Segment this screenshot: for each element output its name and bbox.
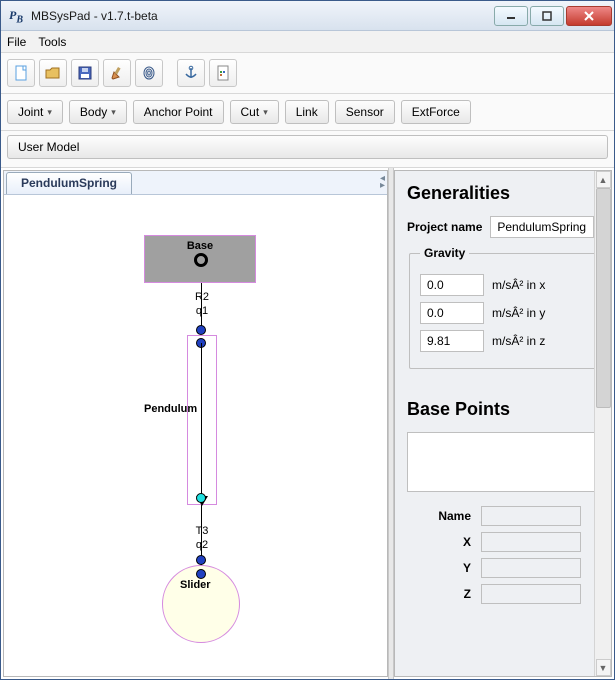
base-anchor-icon[interactable] <box>194 253 208 267</box>
bp-name-label: Name <box>431 509 471 523</box>
scroll-track[interactable] <box>596 188 611 659</box>
new-file-button[interactable] <box>7 59 35 87</box>
bp-z-input[interactable] <box>481 584 581 604</box>
save-file-button[interactable] <box>71 59 99 87</box>
tab-scroll-arrows[interactable]: ◂▸ <box>380 175 385 189</box>
project-name-label: Project name <box>407 220 482 234</box>
generalities-heading: Generalities <box>407 183 599 204</box>
bp-z-label: Z <box>431 587 471 601</box>
app-icon: PB <box>9 8 25 24</box>
content-area: PendulumSpring ◂▸ Base R2 q1 Pendulum T3… <box>1 168 614 679</box>
close-button[interactable] <box>566 6 612 26</box>
pendulum-axis-line <box>201 343 202 498</box>
project-name-input[interactable] <box>490 216 594 238</box>
bp-y-input[interactable] <box>481 558 581 578</box>
joint2-dot[interactable] <box>196 555 206 565</box>
chevron-down-icon: ▾ <box>47 107 52 118</box>
tab-strip: PendulumSpring ◂▸ <box>4 171 387 195</box>
export-button[interactable] <box>209 59 237 87</box>
element-toolbar-2: User Model <box>1 131 614 168</box>
element-toolbar: Joint▾ Body▾ Anchor Point Cut▾ Link Sens… <box>1 94 614 131</box>
properties-panel: Generalities Project name Gravity m/sÂ² … <box>394 170 612 677</box>
scroll-thumb[interactable] <box>596 188 611 408</box>
anchor-tool-button[interactable] <box>177 59 205 87</box>
app-window: PB MBSysPad - v1.7.t-beta File Tools <box>0 0 615 680</box>
gravity-y-input[interactable] <box>420 302 484 324</box>
window-buttons <box>492 6 612 26</box>
joint2-coord: q2 <box>182 539 222 551</box>
gravity-z-unit: m/sÂ² in z <box>492 334 545 348</box>
diagram-canvas[interactable]: Base R2 q1 Pendulum T3 q2 Slider <box>4 195 387 676</box>
pendulum-end-point[interactable] <box>196 493 206 503</box>
chevron-down-icon: ▾ <box>263 107 268 118</box>
cut-button[interactable]: Cut▾ <box>230 100 279 124</box>
bp-name-input[interactable] <box>481 506 581 526</box>
chevron-down-icon: ▾ <box>111 107 116 118</box>
gravity-y-unit: m/sÂ² in y <box>492 306 545 320</box>
gravity-x-input[interactable] <box>420 274 484 296</box>
gravity-group: Gravity m/sÂ² in x m/sÂ² in y m/sÂ² in z <box>409 246 597 369</box>
menu-file[interactable]: File <box>7 35 26 49</box>
slider-label: Slider <box>180 579 211 591</box>
open-file-button[interactable] <box>39 59 67 87</box>
joint-button[interactable]: Joint▾ <box>7 100 63 124</box>
joint1-name: R2 <box>182 291 222 303</box>
base-points-list[interactable] <box>407 432 599 492</box>
window-title: MBSysPad - v1.7.t-beta <box>31 9 492 23</box>
base-points-heading: Base Points <box>407 399 599 420</box>
edit-model-button[interactable] <box>103 59 131 87</box>
user-model-button[interactable]: User Model <box>7 135 608 159</box>
gravity-x-unit: m/sÂ² in x <box>492 278 545 292</box>
title-bar[interactable]: PB MBSysPad - v1.7.t-beta <box>1 1 614 31</box>
bp-x-input[interactable] <box>481 532 581 552</box>
joint1-dot[interactable] <box>196 325 206 335</box>
pendulum-label: Pendulum <box>144 403 197 415</box>
gravity-legend: Gravity <box>420 246 469 260</box>
extforce-button[interactable]: ExtForce <box>401 100 471 124</box>
properties-scrollbar[interactable]: ▲ ▼ <box>594 171 611 676</box>
sensor-button[interactable]: Sensor <box>335 100 395 124</box>
maximize-button[interactable] <box>530 6 564 26</box>
menu-bar: File Tools <box>1 31 614 53</box>
tab-pendulumspring[interactable]: PendulumSpring <box>6 172 132 194</box>
joint2-name: T3 <box>182 525 222 537</box>
menu-tools[interactable]: Tools <box>38 35 66 49</box>
joint1-coord: q1 <box>182 305 222 317</box>
fingerprint-button[interactable] <box>135 59 163 87</box>
canvas-panel: PendulumSpring ◂▸ Base R2 q1 Pendulum T3… <box>3 170 388 677</box>
gravity-z-input[interactable] <box>420 330 484 352</box>
anchor-point-button[interactable]: Anchor Point <box>133 100 224 124</box>
scroll-down-button[interactable]: ▼ <box>596 659 611 676</box>
link-button[interactable]: Link <box>285 100 329 124</box>
body-button[interactable]: Body▾ <box>69 100 127 124</box>
bp-x-label: X <box>431 535 471 549</box>
icon-toolbar <box>1 53 614 94</box>
minimize-button[interactable] <box>494 6 528 26</box>
bp-y-label: Y <box>431 561 471 575</box>
pendulum-body[interactable] <box>187 335 217 505</box>
slider-point[interactable] <box>196 569 206 579</box>
scroll-up-button[interactable]: ▲ <box>596 171 611 188</box>
